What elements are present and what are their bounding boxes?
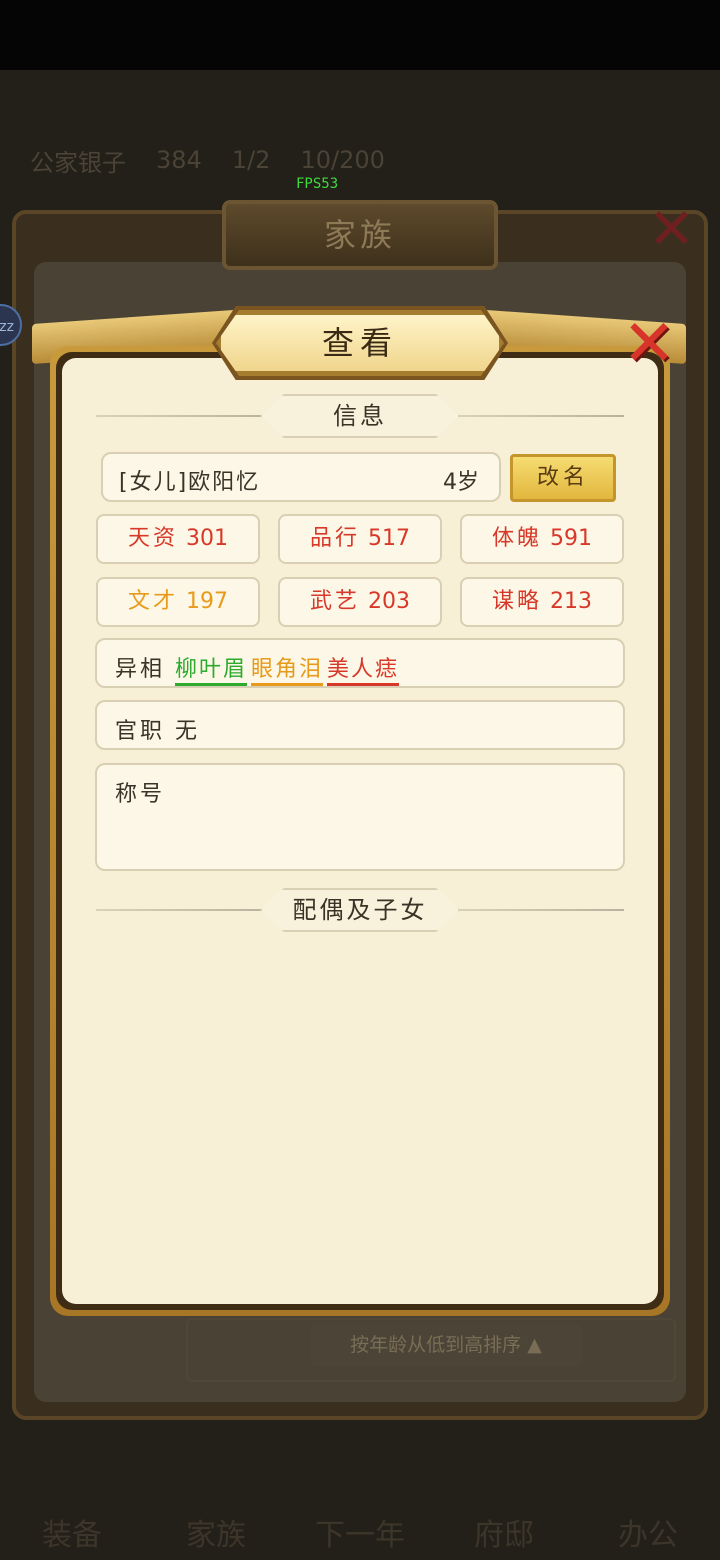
appearance-label-text: 异相 <box>115 657 166 682</box>
stat-value: 197 <box>186 589 228 614</box>
close-icon[interactable]: ✕ <box>612 308 686 384</box>
section-divider <box>96 909 266 911</box>
appearance-label: 异相 柳叶眉 眼角泪 美人痣 <box>115 651 403 686</box>
resource-silver: 公家银子 <box>30 148 126 177</box>
section-divider <box>454 415 624 417</box>
sort-label: 按年龄从低到高排序 <box>350 1334 522 1356</box>
nav-family[interactable]: 家族 <box>151 1510 281 1554</box>
office-value: 无 <box>175 719 201 744</box>
nav-mansion[interactable]: 府邸 <box>439 1510 569 1554</box>
stat-value: 591 <box>550 526 592 551</box>
stat-label: 文才 <box>127 589 178 614</box>
resource-bar: 公家银子 384 1/2 10/200 <box>0 130 720 190</box>
stat-conduct: 品行 517 <box>278 514 442 564</box>
stat-value: 517 <box>368 526 410 551</box>
trait-2[interactable]: 眼角泪 <box>251 657 324 686</box>
stat-label: 武艺 <box>309 589 360 614</box>
fps-counter: FPS53 <box>296 176 339 192</box>
family-close-icon[interactable]: ✕ <box>648 200 695 260</box>
stat-label: 天资 <box>127 526 178 551</box>
info-section-header: 信息 <box>260 394 460 438</box>
family-section-header: 配偶及子女 <box>260 888 460 932</box>
office-label-text: 官职 <box>115 719 166 744</box>
stat-value: 203 <box>368 589 410 614</box>
resource-count: 384 <box>156 146 202 174</box>
stat-talent: 天资 301 <box>96 514 260 564</box>
person-age: 4岁 <box>443 470 479 495</box>
nav-equipment[interactable]: 装备 <box>7 1510 137 1554</box>
person-name: [女儿]欧阳忆 <box>119 470 261 495</box>
bottom-nav: 装备 家族 下一年 府邸 办公 <box>0 1420 720 1560</box>
resource-capacity: 10/200 <box>300 146 385 174</box>
stat-literary: 文才 197 <box>96 577 260 627</box>
office-row: 官职 无 <box>95 700 625 750</box>
title-row: 称号 <box>95 763 625 871</box>
name-field: [女儿]欧阳忆 4岁 <box>101 452 501 502</box>
stat-martial: 武艺 203 <box>278 577 442 627</box>
title-label: 称号 <box>115 782 166 807</box>
trait-1[interactable]: 柳叶眉 <box>175 657 248 686</box>
stat-label: 品行 <box>309 526 360 551</box>
nav-office[interactable]: 办公 <box>583 1510 713 1554</box>
rename-button[interactable]: 改名 <box>510 454 616 502</box>
stat-label: 谋略 <box>491 589 542 614</box>
dialog-title: 查看 <box>216 310 504 376</box>
sort-button[interactable]: 按年龄从低到高排序 ▲ <box>310 1324 582 1366</box>
section-divider <box>96 415 266 417</box>
stat-value: 213 <box>550 589 592 614</box>
stat-label: 体魄 <box>491 526 542 551</box>
stat-value: 301 <box>186 526 228 551</box>
nav-next-year[interactable]: 下一年 <box>295 1510 425 1554</box>
family-window-title: 家族 <box>222 200 498 270</box>
stat-physique: 体魄 591 <box>460 514 624 564</box>
office-label: 官职 无 <box>115 713 200 745</box>
status-bar <box>0 0 720 70</box>
stat-strategy: 谋略 213 <box>460 577 624 627</box>
resource-ratio: 1/2 <box>231 146 271 174</box>
section-divider <box>454 909 624 911</box>
appearance-row: 异相 柳叶眉 眼角泪 美人痣 <box>95 638 625 688</box>
trait-3[interactable]: 美人痣 <box>327 657 400 686</box>
